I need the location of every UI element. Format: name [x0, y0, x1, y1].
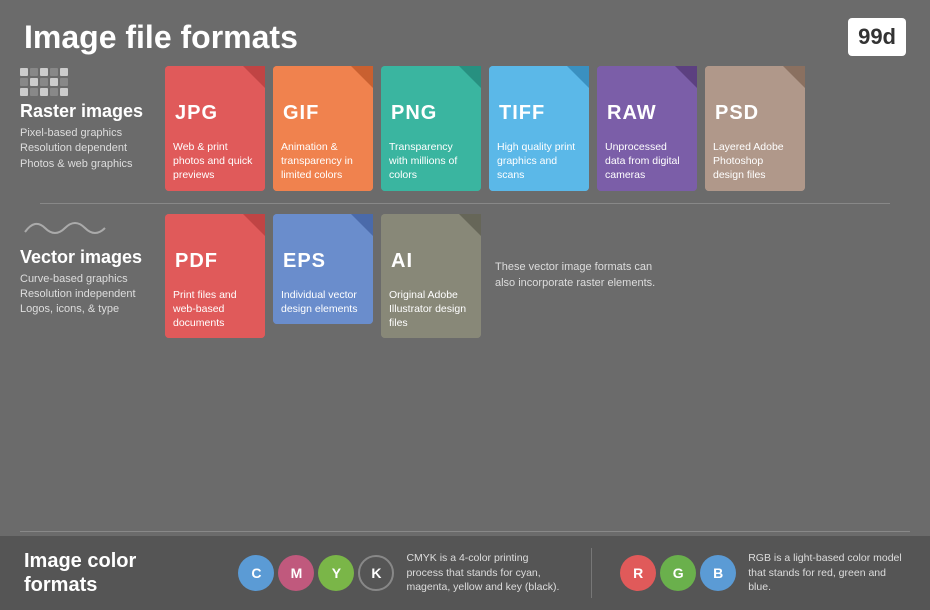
color-formats-section: Image color formats C M Y K CMYK is a 4-…	[0, 536, 930, 610]
card-gif-body: Animation & transparency in limited colo…	[273, 134, 373, 191]
card-raw-body: Unprocessed data from digital cameras	[597, 134, 697, 191]
card-jpg-label: JPG	[175, 102, 218, 125]
rgb-circles: R G B	[620, 555, 736, 591]
card-pdf-body: Print files and web-based documents	[165, 282, 265, 339]
bottom-divider	[20, 531, 910, 532]
card-pdf-top: PDF	[165, 214, 265, 282]
card-png-fold	[459, 66, 481, 88]
vector-note: These vector image formats can also inco…	[495, 260, 665, 291]
card-ai-body: Original Adobe Illustrator design files	[381, 282, 481, 339]
card-psd-label: PSD	[715, 102, 759, 125]
raster-section: Raster images Pixel-based graphicsResolu…	[20, 66, 910, 191]
c-circle: C	[238, 555, 274, 591]
card-tiff-label: TIFF	[499, 102, 545, 125]
card-psd-body: Layered Adobe Photoshop design files	[705, 134, 805, 191]
card-png-label: PNG	[391, 102, 437, 125]
card-raw-label: RAW	[607, 102, 657, 125]
card-gif-label: GIF	[283, 102, 319, 125]
logo: 99d	[848, 18, 906, 56]
y-circle: Y	[318, 555, 354, 591]
rgb-section: R G B RGB is a light-based color model t…	[620, 551, 906, 595]
card-jpg-fold	[243, 66, 265, 88]
cmyk-description: CMYK is a 4-color printing process that …	[406, 551, 563, 595]
raster-description: Pixel-based graphicsResolution dependent…	[20, 126, 155, 172]
main-content: Raster images Pixel-based graphicsResolu…	[0, 66, 930, 527]
vector-label: Vector images Curve-based graphicsResolu…	[20, 214, 165, 339]
b-circle: B	[700, 555, 736, 591]
card-pdf-fold	[243, 214, 265, 236]
cmyk-section: C M Y K CMYK is a 4-color printing proce…	[238, 551, 563, 595]
r-circle: R	[620, 555, 656, 591]
card-psd-top: PSD	[705, 66, 805, 134]
card-eps: EPS Individual vector design elements	[273, 214, 373, 324]
card-tiff-fold	[567, 66, 589, 88]
card-png-top: PNG	[381, 66, 481, 134]
cmyk-circles: C M Y K	[238, 555, 394, 591]
card-eps-body: Individual vector design elements	[273, 282, 373, 324]
card-raw-fold	[675, 66, 697, 88]
card-eps-top: EPS	[273, 214, 373, 282]
g-circle: G	[660, 555, 696, 591]
card-jpg: JPG Web & print photos and quick preview…	[165, 66, 265, 191]
card-jpg-top: JPG	[165, 66, 265, 134]
card-psd-fold	[783, 66, 805, 88]
vector-section: Vector images Curve-based graphicsResolu…	[20, 214, 910, 339]
raster-title: Raster images	[20, 101, 155, 122]
card-pdf-label: PDF	[175, 250, 218, 273]
card-ai-top: AI	[381, 214, 481, 282]
card-eps-fold	[351, 214, 373, 236]
color-formats-title: Image color formats	[24, 549, 210, 597]
card-ai: AI Original Adobe Illustrator design fil…	[381, 214, 481, 339]
card-tiff-top: TIFF	[489, 66, 589, 134]
vector-cards: PDF Print files and web-based documents …	[165, 214, 665, 339]
raster-label: Raster images Pixel-based graphicsResolu…	[20, 66, 165, 191]
header: Image file formats 99d	[0, 0, 930, 66]
vector-icon	[20, 214, 155, 242]
page-title: Image file formats	[24, 19, 298, 56]
card-eps-label: EPS	[283, 250, 326, 273]
card-ai-fold	[459, 214, 481, 236]
m-circle: M	[278, 555, 314, 591]
card-gif-fold	[351, 66, 373, 88]
card-pdf: PDF Print files and web-based documents	[165, 214, 265, 339]
vector-description: Curve-based graphicsResolution independe…	[20, 272, 155, 318]
card-psd: PSD Layered Adobe Photoshop design files	[705, 66, 805, 191]
card-ai-label: AI	[391, 250, 413, 273]
card-raw: RAW Unprocessed data from digital camera…	[597, 66, 697, 191]
card-gif: GIF Animation & transparency in limited …	[273, 66, 373, 191]
card-gif-top: GIF	[273, 66, 373, 134]
raster-cards: JPG Web & print photos and quick preview…	[165, 66, 805, 191]
card-png: PNG Transparency with millions of colors	[381, 66, 481, 191]
card-raw-top: RAW	[597, 66, 697, 134]
card-tiff-body: High quality print graphics and scans	[489, 134, 589, 191]
section-divider	[40, 203, 890, 204]
card-tiff: TIFF High quality print graphics and sca…	[489, 66, 589, 191]
vector-title: Vector images	[20, 247, 155, 268]
card-jpg-body: Web & print photos and quick previews	[165, 134, 265, 191]
page: Image file formats 99d Raster images Pix…	[0, 0, 930, 610]
color-vertical-divider	[591, 548, 592, 598]
card-png-body: Transparency with millions of colors	[381, 134, 481, 191]
raster-icon	[20, 68, 155, 96]
rgb-description: RGB is a light-based color model that st…	[748, 551, 906, 595]
k-circle: K	[358, 555, 394, 591]
